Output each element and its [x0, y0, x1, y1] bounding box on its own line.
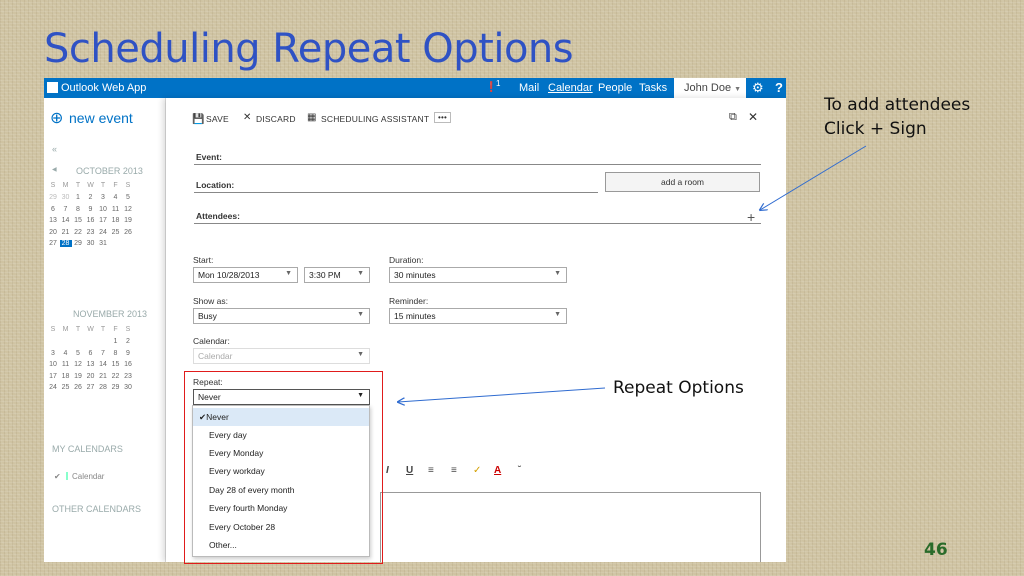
attendees-arrow [760, 145, 867, 210]
repeat-arrow [398, 387, 606, 402]
callout-arrows [0, 145, 867, 576]
